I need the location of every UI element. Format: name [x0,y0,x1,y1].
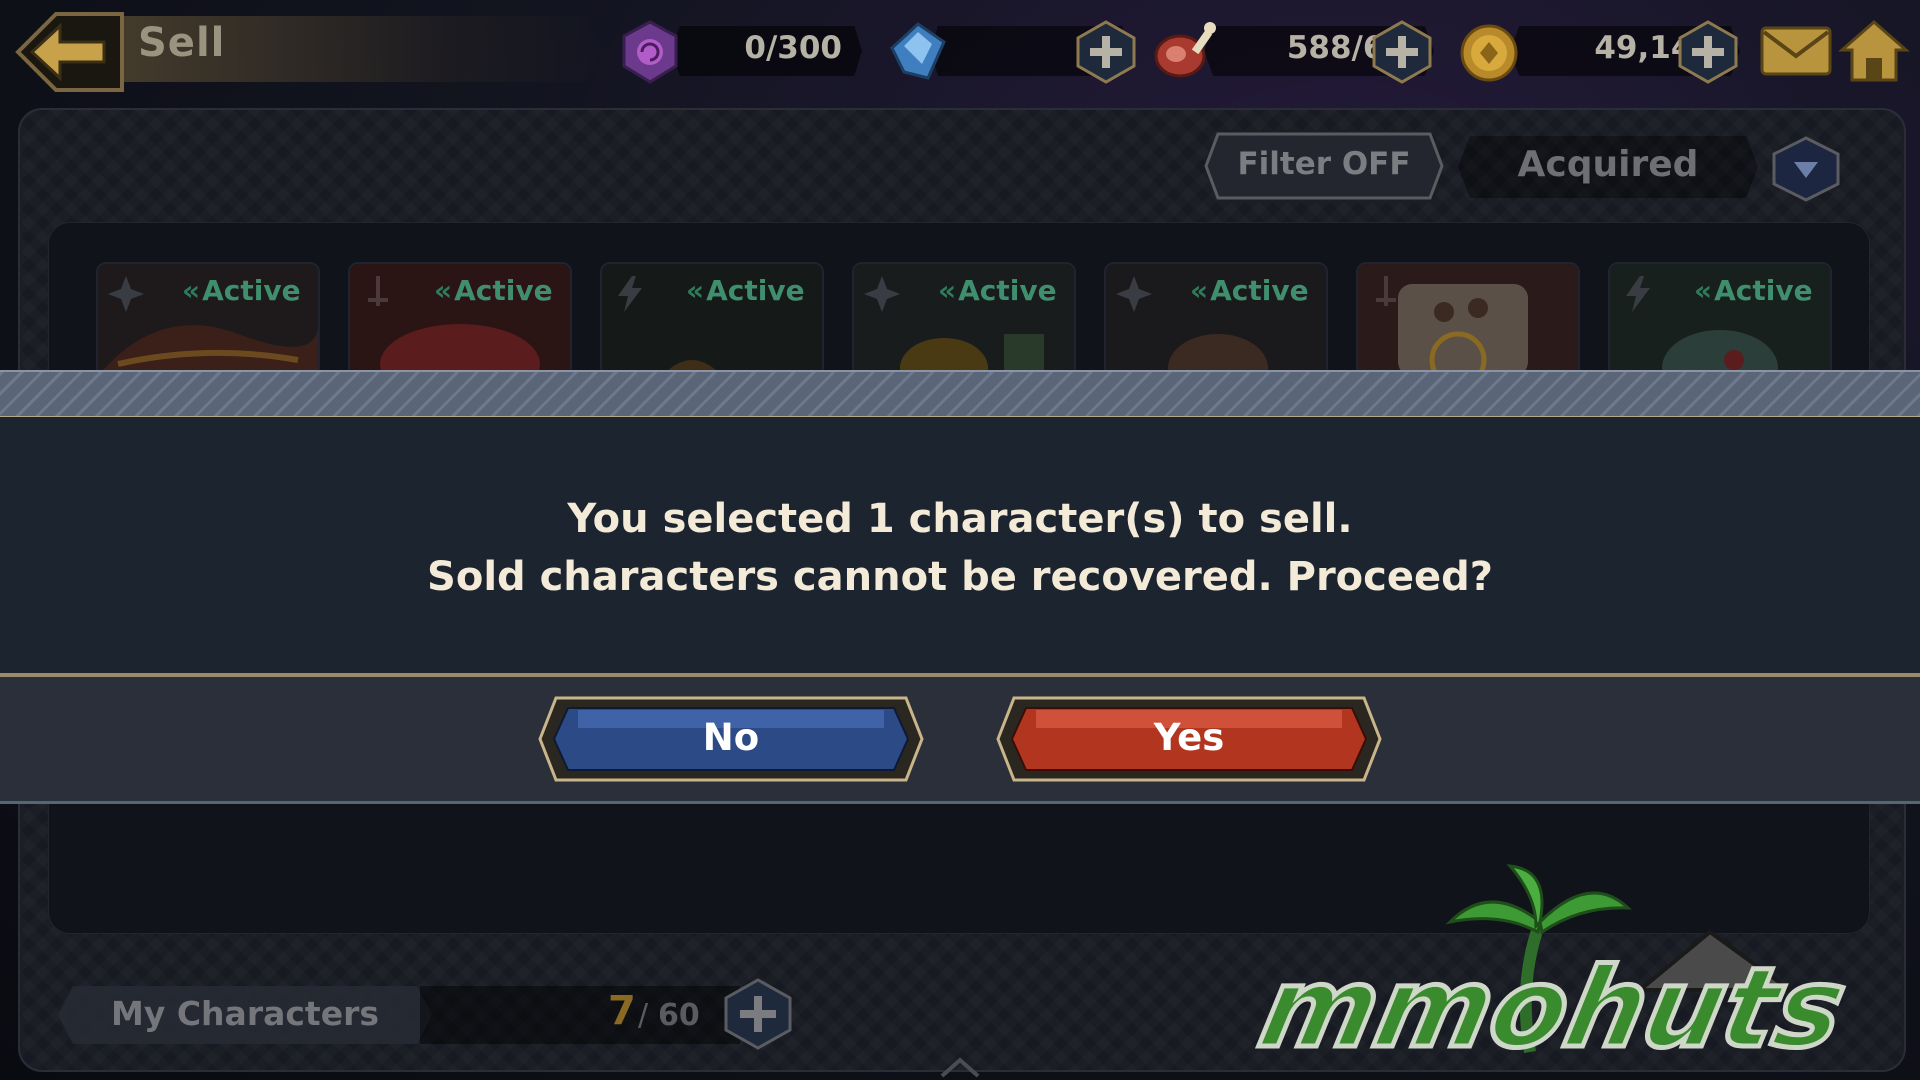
add-gold-button[interactable] [1676,20,1740,84]
dialog-message: You selected 1 character(s) to sell. Sol… [0,490,1920,606]
active-badge: «Active [182,274,301,307]
lightning-icon [618,276,642,312]
add-gem-button[interactable] [1074,20,1138,84]
character-card[interactable]: «Active [852,262,1076,378]
yes-button-label: Yes [1153,716,1225,759]
lightning-icon [1626,276,1650,312]
character-card[interactable] [1356,262,1580,378]
active-badge: «Active [1694,274,1813,307]
add-stamina-button[interactable] [1370,20,1434,84]
character-card[interactable]: «Active [600,262,824,378]
filter-label: Filter OFF [1237,146,1411,182]
game-screen: Sell 0/300 9 [0,0,1920,1080]
meat-icon [1154,22,1216,78]
watermark-text: mmohuts [1250,945,1857,1062]
character-card[interactable]: «Active [1608,262,1832,378]
purple-rose-emblem-icon [622,20,678,84]
star-icon [864,276,900,312]
character-count-current: 7 [608,988,636,1034]
resource-gold: 49,149 [1456,20,1756,84]
active-badge: «Active [938,274,1057,307]
character-card[interactable]: «Active [1104,262,1328,378]
dialog-message-line-2: Sold characters cannot be recovered. Pro… [427,554,1493,600]
dialog-header-band [0,370,1920,419]
star-icon [1116,276,1152,312]
resource-character-slot: 0/300 [612,20,866,84]
blue-crystal-icon [890,22,946,80]
resource-gem: 9 [880,20,1150,84]
yes-button[interactable]: Yes [996,696,1382,782]
home-icon[interactable] [1838,18,1910,84]
character-card[interactable]: «Active [348,262,572,378]
no-button[interactable]: No [538,696,924,782]
resource-value: 0/300 [744,30,842,66]
active-badge: «Active [1190,274,1309,307]
top-bar: Sell 0/300 9 [0,0,1920,104]
character-count-max: 60 [658,998,700,1033]
star-icon [108,276,144,312]
sword-icon [1376,276,1396,306]
mail-icon[interactable] [1760,22,1832,80]
active-badge: «Active [686,274,805,307]
resource-stamina: 588/65 [1150,20,1450,84]
page-title: Sell [138,20,226,66]
back-arrow-icon[interactable] [14,10,126,94]
chevron-down-icon[interactable] [1770,136,1842,202]
chevron-up-icon[interactable] [936,1052,984,1080]
add-slot-button[interactable] [722,978,794,1050]
watermark-logo: mmohuts [1247,864,1859,1062]
dialog-message-line-1: You selected 1 character(s) to sell. [567,496,1353,542]
no-button-label: No [702,716,760,759]
active-badge: «Active [434,274,553,307]
character-count-separator: / [638,998,649,1033]
gold-coin-icon [1460,24,1518,82]
dialog-footer [0,673,1920,804]
sort-label: Acquired [1517,144,1699,185]
character-card[interactable]: «Active [96,262,320,378]
my-characters-label: My Characters [111,994,379,1033]
sword-icon [368,276,388,306]
